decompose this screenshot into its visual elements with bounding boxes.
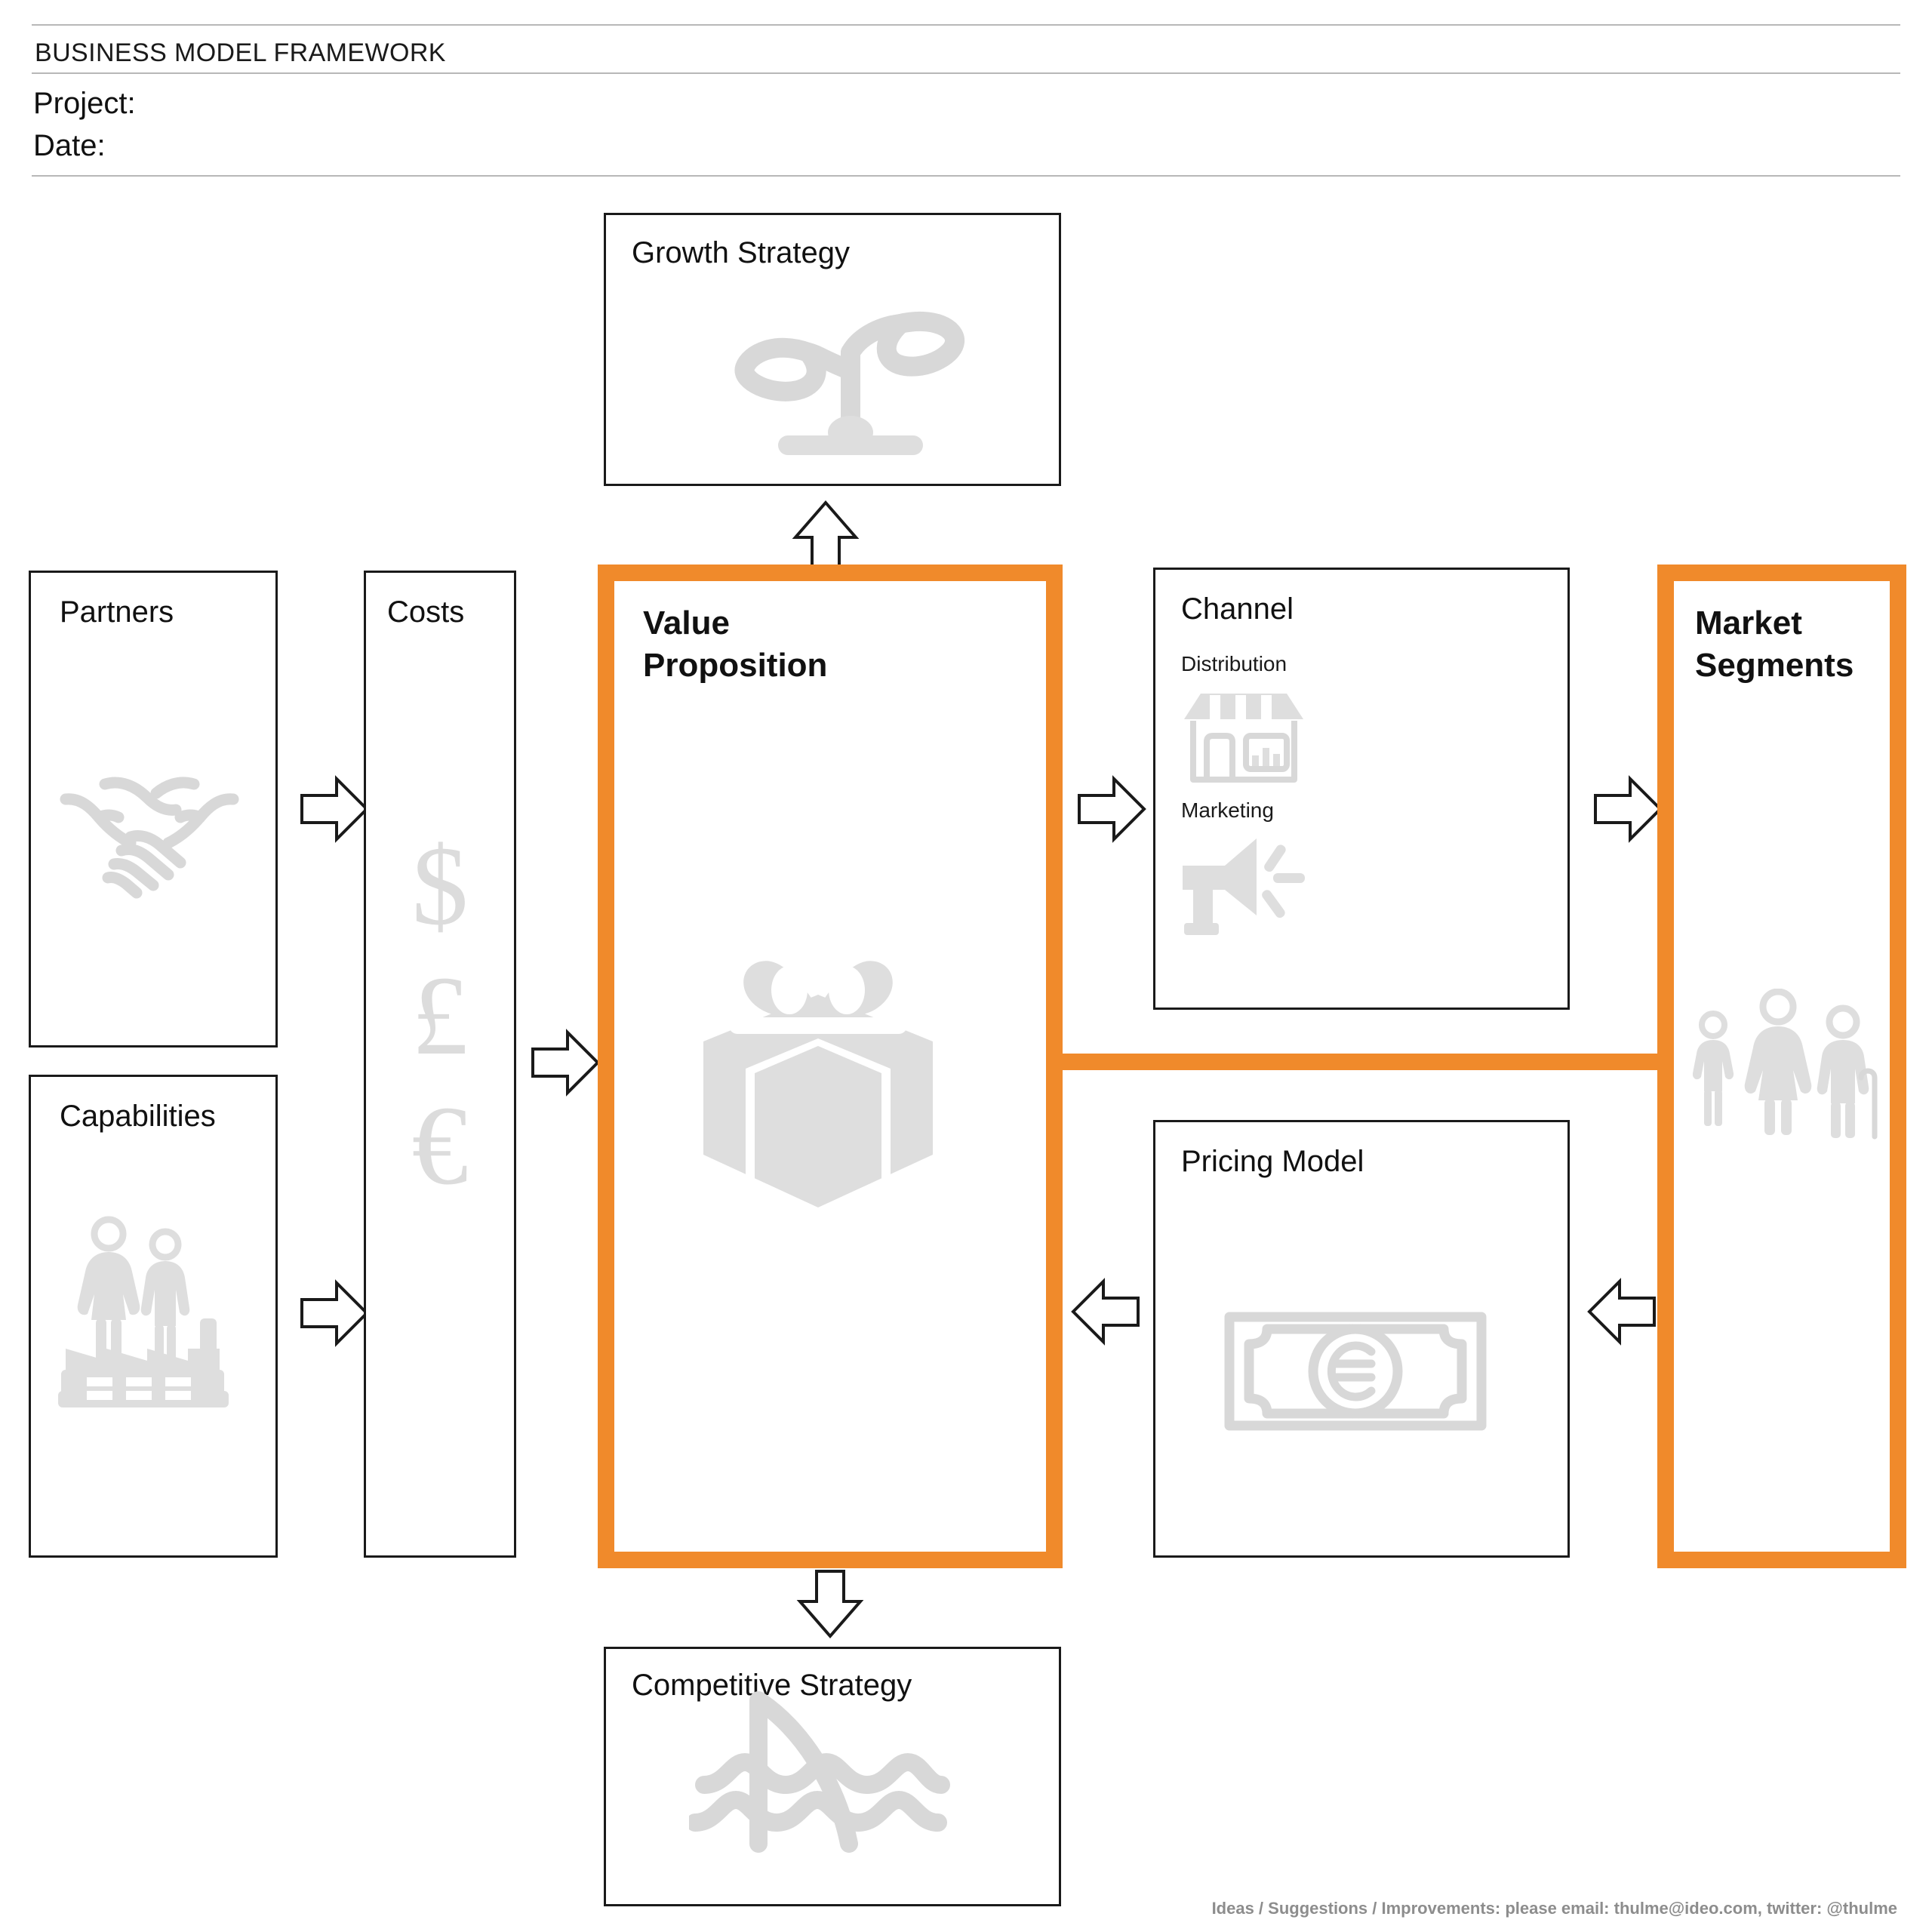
- channel-sub-marketing-label: Marketing: [1181, 798, 1274, 822]
- header-rule-middle: [32, 72, 1900, 74]
- header-rule-bottom: [32, 175, 1900, 177]
- block-capabilities[interactable]: Capabilities: [29, 1075, 278, 1558]
- block-costs[interactable]: Costs $ £ €: [364, 571, 516, 1558]
- date-field-label[interactable]: Date:: [33, 127, 106, 165]
- partners-title: Partners: [60, 595, 174, 629]
- storefront-icon: [1180, 689, 1308, 787]
- arrow-costs-to-value-proposition: [528, 1028, 602, 1097]
- arrow-value-proposition-to-channel: [1075, 774, 1149, 844]
- arrow-channel-to-market-segments: [1591, 774, 1665, 844]
- arrow-partners-to-costs: [297, 774, 371, 844]
- arrow-value-proposition-to-competitive: [795, 1567, 865, 1641]
- project-field-label[interactable]: Project:: [33, 85, 136, 122]
- capabilities-title: Capabilities: [60, 1100, 216, 1133]
- dollar-symbol: $: [411, 823, 469, 949]
- costs-title: Costs: [387, 595, 465, 629]
- block-competitive-strategy[interactable]: Competitive Strategy: [604, 1647, 1061, 1906]
- channel-title: Channel: [1181, 592, 1294, 626]
- block-channel[interactable]: Channel Distribution Marketing: [1153, 568, 1570, 1010]
- handshake-icon: [55, 768, 244, 903]
- people-factory-icon: [52, 1205, 241, 1424]
- pricing-model-title: Pricing Model: [1181, 1145, 1364, 1178]
- block-partners[interactable]: Partners: [29, 571, 278, 1048]
- euro-symbol: €: [411, 1083, 469, 1208]
- shark-fin-waves-icon: [689, 1684, 953, 1872]
- block-growth-strategy[interactable]: Growth Strategy: [604, 213, 1061, 486]
- arrow-pricing-to-value-proposition: [1069, 1277, 1143, 1346]
- block-value-proposition[interactable]: Value Proposition: [598, 565, 1063, 1568]
- sprout-icon: [703, 280, 974, 469]
- megaphone-icon: [1178, 832, 1306, 938]
- arrow-capabilities-to-costs: [297, 1278, 371, 1348]
- framework-canvas: BUSINESS MODEL FRAMEWORK Project: Date: …: [0, 0, 1932, 1932]
- people-group-icon: [1686, 989, 1882, 1140]
- channel-sub-distribution-label: Distribution: [1181, 652, 1287, 675]
- arrow-market-segments-to-pricing: [1585, 1277, 1659, 1346]
- connector-value-proposition-market-segments-bar: [1046, 1054, 1663, 1070]
- market-segments-title: Market Segments: [1695, 605, 1854, 684]
- header-rule-top: [32, 24, 1900, 26]
- block-pricing-model[interactable]: Pricing Model: [1153, 1120, 1570, 1558]
- page-title: BUSINESS MODEL FRAMEWORK: [35, 38, 446, 67]
- block-market-segments[interactable]: Market Segments: [1657, 565, 1906, 1568]
- footer-credit: Ideas / Suggestions / Improvements: plea…: [1211, 1899, 1897, 1918]
- growth-strategy-title: Growth Strategy: [632, 236, 851, 269]
- arrow-value-proposition-to-growth: [791, 498, 860, 572]
- banknote-euro-icon: [1223, 1311, 1487, 1432]
- pound-symbol: £: [411, 953, 469, 1078]
- gift-box-icon: [667, 936, 969, 1223]
- value-proposition-title: Value Proposition: [643, 605, 828, 684]
